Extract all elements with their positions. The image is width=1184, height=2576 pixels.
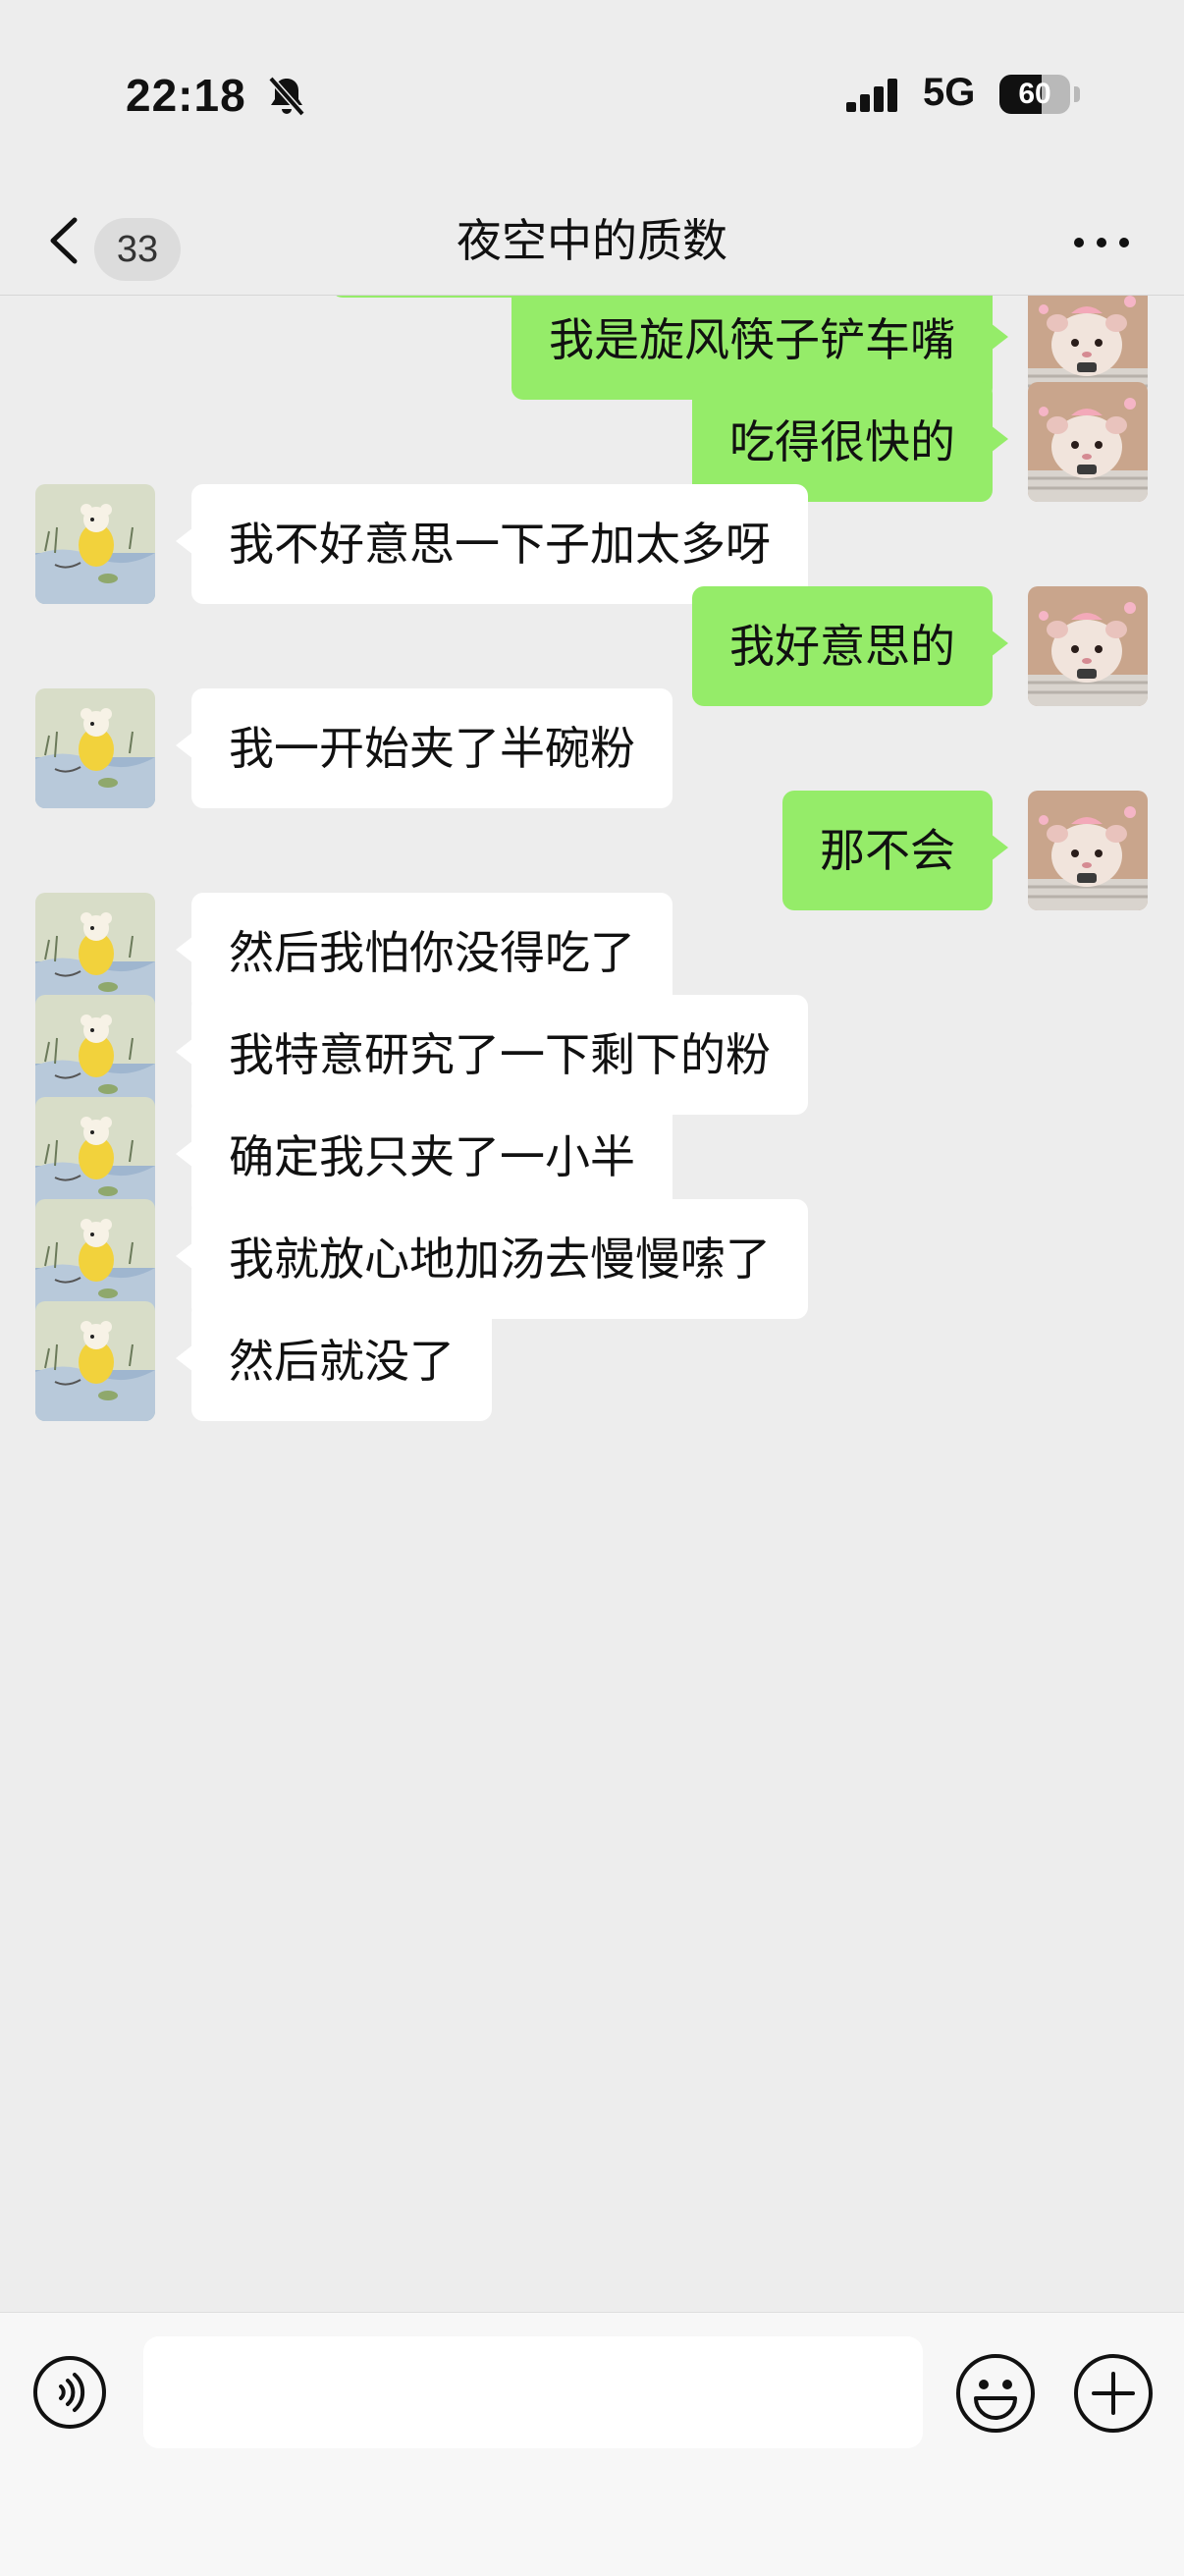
emoji-icon[interactable] (954, 2352, 1037, 2435)
plus-icon[interactable] (1072, 2352, 1155, 2435)
network-label: 5G (923, 71, 976, 114)
battery-tip (1074, 86, 1080, 102)
status-time: 22:18 (126, 70, 246, 121)
input-bar (0, 2312, 1184, 2576)
home-area (0, 2509, 1184, 2576)
signal-icon (846, 79, 897, 112)
message-input[interactable] (143, 2336, 923, 2448)
unread-count-badge[interactable]: 33 (94, 218, 181, 281)
chevron-left-icon[interactable] (39, 206, 88, 275)
incoming-message: 然后就没了 (0, 1301, 1184, 1423)
message-bubble[interactable]: 然后就没了 (176, 1301, 492, 1421)
avatar[interactable] (35, 1301, 155, 1421)
more-dots-icon[interactable] (1070, 226, 1133, 255)
voice-icon[interactable] (31, 2354, 108, 2431)
battery-indicator: 60 (999, 75, 1070, 114)
message-list: 宝宝，你下次要第一碗多盛些 我是旋风筷子铲车嘴 吃得很快的 我不好意思一下子加太… (0, 296, 1184, 2311)
chat-header: 夜空中的质数 33 (0, 187, 1184, 296)
bell-slash-icon (268, 76, 305, 117)
battery-percent: 60 (1018, 78, 1051, 110)
status-bar: 22:18 5G 60 (0, 0, 1184, 187)
